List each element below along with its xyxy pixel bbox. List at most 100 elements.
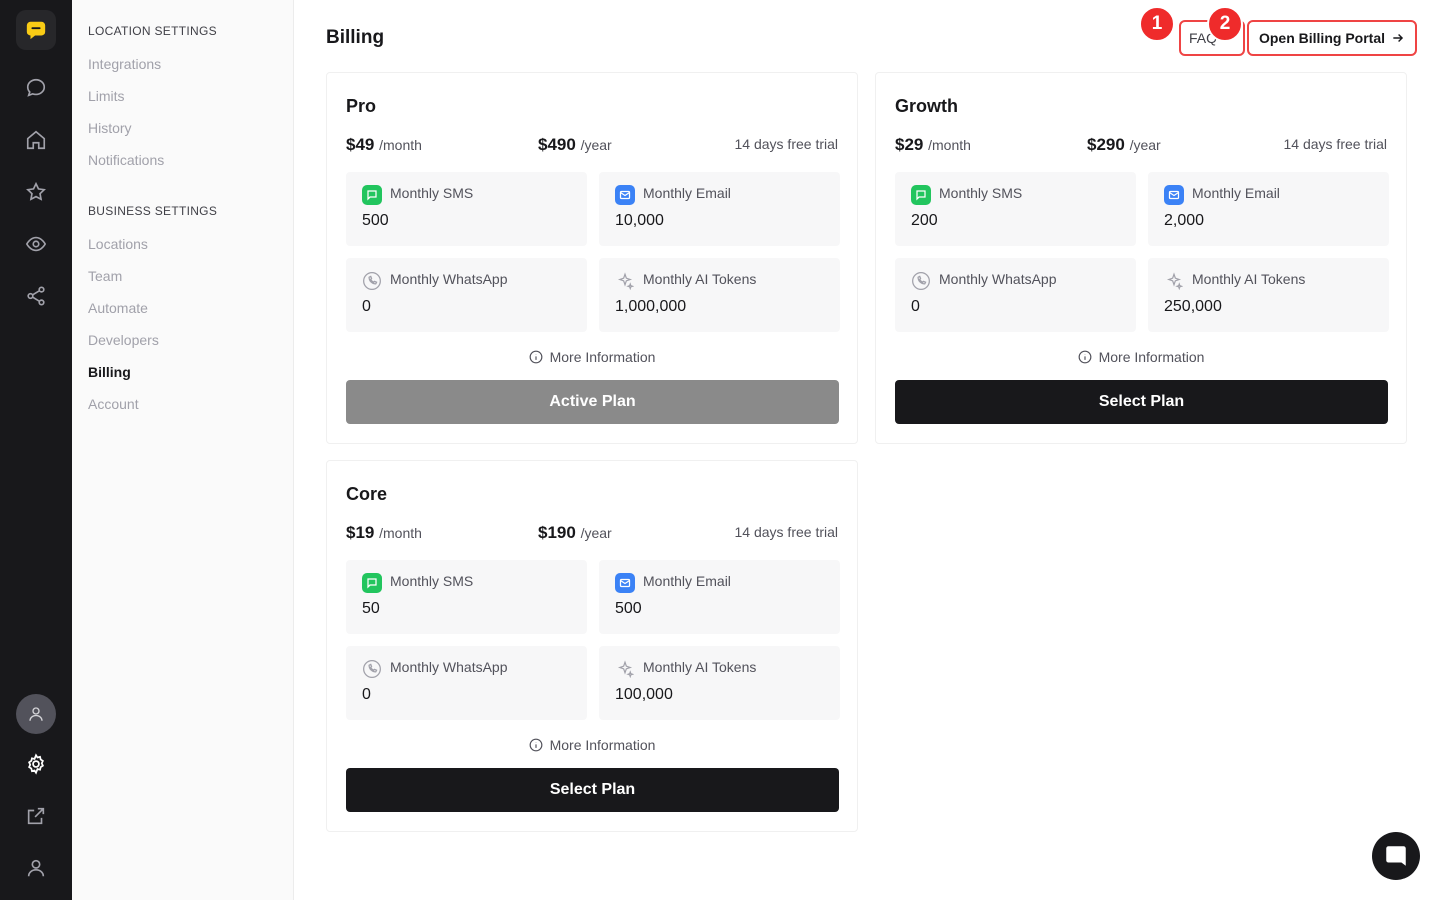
stat-ai-tokens: Monthly AI Tokens 250,000 (1148, 258, 1389, 332)
active-plan-button[interactable]: Active Plan (346, 380, 839, 424)
plan-card-pro: Pro $49 /month $490 /year 14 days free t… (326, 72, 858, 444)
stat-label: Monthly Email (1192, 185, 1280, 201)
plan-name: Pro (346, 96, 377, 116)
nav-item-notifications[interactable]: Notifications (88, 152, 164, 168)
open-billing-portal-label: Open Billing Portal (1258, 30, 1385, 46)
stat-email: Monthly Email 2,000 (1148, 172, 1389, 246)
stat-sms: Monthly SMS 200 (895, 172, 1136, 246)
email-icon (615, 573, 635, 593)
sparkle-icon (1164, 271, 1184, 291)
stat-ai-tokens: Monthly AI Tokens 1,000,000 (599, 258, 840, 332)
settings-nav: LOCATION SETTINGS Integrations Limits Hi… (72, 0, 294, 900)
nav-item-developers[interactable]: Developers (88, 332, 159, 348)
open-billing-portal-button[interactable]: Open Billing Portal (1247, 20, 1417, 56)
plan-name: Core (346, 484, 388, 504)
stat-label: Monthly SMS (390, 573, 474, 589)
stat-label: Monthly SMS (390, 185, 474, 201)
whatsapp-icon (362, 271, 382, 291)
annotation-badge-1: 1 (1139, 6, 1175, 42)
stat-sms: Monthly SMS 500 (346, 172, 587, 246)
monthly-price: $19 /month (346, 523, 422, 542)
yearly-price: $190 /year (538, 523, 612, 542)
nav-item-integrations[interactable]: Integrations (88, 56, 161, 72)
more-information-link[interactable]: More Information (876, 349, 1406, 365)
eye-icon[interactable] (20, 228, 52, 260)
monthly-price: $29 /month (895, 135, 971, 154)
email-icon (1164, 185, 1184, 205)
stat-value: 2,000 (1164, 212, 1205, 229)
select-plan-button[interactable]: Select Plan (895, 380, 1388, 424)
more-information-link[interactable]: More Information (327, 737, 857, 753)
more-information-link[interactable]: More Information (327, 349, 857, 365)
stat-label: Monthly WhatsApp (390, 659, 508, 675)
trial-text: 14 days free trial (734, 136, 839, 152)
select-plan-button[interactable]: Select Plan (346, 768, 839, 812)
sms-icon (362, 185, 382, 205)
sms-icon (362, 573, 382, 593)
stat-value: 500 (362, 212, 389, 229)
annotation-badge-2: 2 (1207, 6, 1243, 42)
nav-item-team[interactable]: Team (88, 268, 122, 284)
yearly-price: $490 /year (538, 135, 612, 154)
page-title: Billing (326, 27, 385, 48)
stat-label: Monthly AI Tokens (643, 659, 757, 675)
stat-label: Monthly SMS (939, 185, 1023, 201)
sparkle-icon (615, 659, 635, 679)
nav-item-billing[interactable]: Billing (88, 364, 131, 380)
nav-item-history[interactable]: History (88, 120, 132, 136)
plan-card-growth: Growth $29 /month $290 /year 14 days fre… (875, 72, 1407, 444)
stat-label: Monthly WhatsApp (939, 271, 1057, 287)
stat-value: 1,000,000 (615, 298, 687, 315)
stat-whatsapp: Monthly WhatsApp 0 (895, 258, 1136, 332)
sparkle-icon (615, 271, 635, 291)
nav-item-locations[interactable]: Locations (88, 236, 148, 252)
nav-item-automate[interactable]: Automate (88, 300, 148, 316)
stat-value: 0 (362, 686, 371, 703)
star-icon[interactable] (20, 176, 52, 208)
email-icon (615, 185, 635, 205)
stat-sms: Monthly SMS 50 (346, 560, 587, 634)
sms-icon (911, 185, 931, 205)
stat-whatsapp: Monthly WhatsApp 0 (346, 646, 587, 720)
external-link-icon[interactable] (20, 800, 52, 832)
plan-name: Growth (895, 96, 958, 116)
whatsapp-icon (911, 271, 931, 291)
support-chat-button[interactable] (1372, 832, 1420, 880)
stat-value: 50 (362, 600, 380, 617)
stat-label: Monthly AI Tokens (1192, 271, 1306, 287)
whatsapp-icon (362, 659, 382, 679)
stat-value: 10,000 (615, 212, 664, 229)
plan-card-core: Core $19 /month $190 /year 14 days free … (326, 460, 858, 832)
user-icon[interactable] (20, 852, 52, 884)
gear-icon[interactable] (20, 748, 52, 780)
stat-whatsapp: Monthly WhatsApp 0 (346, 258, 587, 332)
stat-email: Monthly Email 500 (599, 560, 840, 634)
share-icon[interactable] (20, 280, 52, 312)
trial-text: 14 days free trial (1283, 136, 1388, 152)
stat-value: 500 (615, 600, 642, 617)
stat-value: 0 (362, 298, 371, 315)
avatar-icon[interactable] (16, 694, 56, 734)
stat-label: Monthly Email (643, 185, 731, 201)
arrow-right-icon (1393, 34, 1404, 42)
stat-ai-tokens: Monthly AI Tokens 100,000 (599, 646, 840, 720)
location-settings-heading: LOCATION SETTINGS (88, 24, 217, 38)
logo-icon[interactable] (16, 10, 56, 50)
stat-label: Monthly AI Tokens (643, 271, 757, 287)
chat-icon[interactable] (20, 72, 52, 104)
stat-value: 200 (911, 212, 938, 229)
stat-value: 250,000 (1164, 298, 1222, 315)
icon-rail (0, 0, 72, 900)
info-icon (529, 350, 542, 364)
info-icon (1078, 350, 1091, 364)
stat-label: Monthly Email (643, 573, 731, 589)
home-icon[interactable] (20, 124, 52, 156)
more-information-label: More Information (1098, 349, 1205, 365)
monthly-price: $49 /month (346, 135, 422, 154)
info-icon (529, 738, 542, 752)
stat-value: 0 (911, 298, 920, 315)
stat-label: Monthly WhatsApp (390, 271, 508, 287)
yearly-price: $290 /year (1087, 135, 1161, 154)
nav-item-account[interactable]: Account (88, 396, 139, 412)
nav-item-limits[interactable]: Limits (88, 88, 125, 104)
